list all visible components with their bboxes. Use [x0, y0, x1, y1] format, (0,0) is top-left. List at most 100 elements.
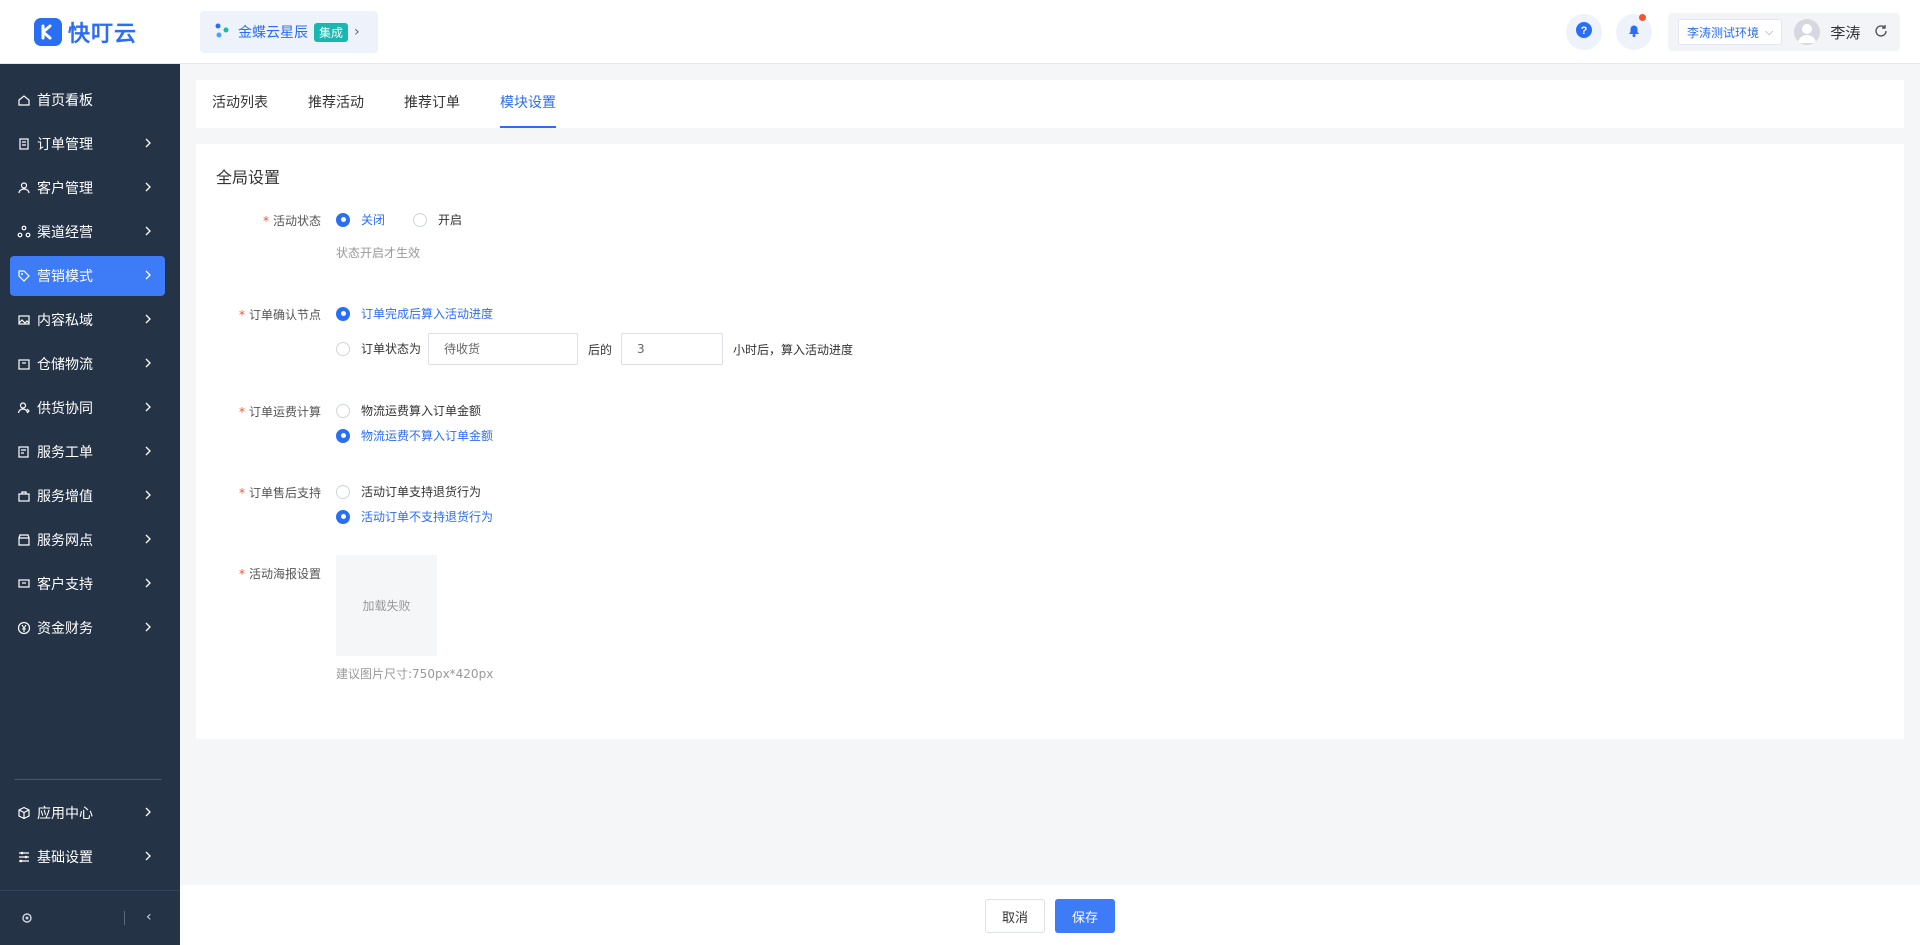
sidebar-item-bag[interactable]: 服务增值	[10, 476, 165, 516]
sidebar-item-label: 订单管理	[37, 137, 93, 153]
yen-icon	[17, 621, 31, 635]
tab-recommended-activities[interactable]: 推荐活动	[308, 80, 364, 128]
sidebar-item-label: 应用中心	[37, 806, 93, 822]
sidebar-item-box[interactable]: 仓储物流	[10, 344, 165, 384]
refresh-icon[interactable]	[1874, 23, 1888, 42]
status-on-radio[interactable]: 开启	[413, 211, 462, 228]
hours-suffix: 小时后，算入活动进度	[733, 343, 854, 357]
freight-include-radio[interactable]: 物流运费算入订单金额	[336, 402, 481, 419]
sidebar-item-label: 服务网点	[37, 533, 93, 549]
avatar[interactable]	[1794, 19, 1821, 45]
sidebar-item-clipboard[interactable]: 订单管理	[10, 124, 165, 164]
sidebar-item-yen[interactable]: 资金财务	[10, 608, 165, 648]
supplier-icon	[17, 401, 31, 415]
chevron-right-icon: ›	[354, 24, 360, 40]
environment-label: 李涛测试环境	[1687, 25, 1760, 40]
clipboard-icon	[17, 137, 31, 151]
chevron-right-icon	[143, 576, 153, 594]
sliders-icon	[17, 850, 31, 864]
app-logo[interactable]: 快叮云	[34, 17, 137, 47]
sidebar-item-network[interactable]: 渠道经营	[10, 212, 165, 252]
environment-select[interactable]: 李涛测试环境 ⌵	[1678, 19, 1783, 45]
poster-hint: 建议图片尺寸:750px*420px	[336, 667, 494, 681]
chevron-right-icon	[143, 180, 153, 198]
image-icon	[17, 313, 31, 327]
sidebar-item-supplier[interactable]: 供货协同	[10, 388, 165, 428]
chevron-right-icon	[143, 312, 153, 330]
sidebar-item-label: 资金财务	[37, 621, 93, 637]
sidebar-item-label: 渠道经营	[37, 225, 93, 241]
chevron-right-icon	[143, 400, 153, 418]
user-name[interactable]: 李涛	[1830, 22, 1860, 43]
chevron-right-icon	[143, 805, 153, 823]
sidebar-footer-separator	[124, 911, 125, 925]
help-button[interactable]: ?	[1566, 14, 1602, 50]
sidebar-item-store[interactable]: 服务网点	[10, 520, 165, 560]
integration-icon	[214, 22, 230, 42]
sidebar-footer: ‹	[0, 890, 180, 945]
collapse-sidebar-icon[interactable]: ‹	[146, 909, 152, 925]
sidebar-item-support[interactable]: 客户支持	[10, 564, 165, 604]
after-text: 后的	[588, 343, 613, 357]
save-button[interactable]: 保存	[1055, 899, 1115, 933]
order-status-select[interactable]: 待收货	[428, 333, 578, 365]
store-icon	[17, 533, 31, 547]
poster-upload[interactable]: 加载失败	[336, 555, 437, 656]
sidebar-item-image[interactable]: 内容私域	[10, 300, 165, 340]
top-header: 快叮云 金蝶云星辰 集成 › ? 李涛测试环境 ⌵ 李涛	[0, 0, 1920, 64]
tag-icon	[17, 269, 31, 283]
cube-icon	[17, 806, 31, 820]
user-icon	[17, 181, 31, 195]
home-icon	[17, 93, 31, 107]
integration-switcher[interactable]: 金蝶云星辰 集成 ›	[200, 11, 378, 53]
chevron-right-icon	[143, 136, 153, 154]
after-sale-no-support-radio[interactable]: 活动订单不支持退货行为	[336, 508, 493, 525]
status-hint: 状态开启才生效	[336, 246, 421, 260]
sidebar-item-user[interactable]: 客户管理	[10, 168, 165, 208]
poster-label: * 活动海报设置	[238, 567, 321, 581]
chevron-right-icon	[143, 532, 153, 550]
sidebar-item-ticket[interactable]: 服务工单	[10, 432, 165, 472]
sidebar-item-label: 内容私域	[37, 313, 93, 329]
order-confirm-label: * 订单确认节点	[238, 308, 321, 322]
integration-name: 金蝶云星辰	[238, 25, 308, 41]
footer-actions: 取消 保存	[180, 885, 1920, 945]
confirm-status-radio[interactable]: 订单状态为	[336, 340, 421, 357]
freight-label: * 订单运费计算	[238, 405, 321, 419]
poster-load-failed: 加载失败	[362, 599, 411, 613]
freight-exclude-radio[interactable]: 物流运费不算入订单金额	[336, 427, 493, 444]
chevron-right-icon	[143, 488, 153, 506]
sidebar-item-sliders[interactable]: 基础设置	[10, 837, 165, 877]
tab-activity-list[interactable]: 活动列表	[212, 80, 268, 128]
settings-gear-icon[interactable]	[20, 911, 34, 929]
help-icon: ?	[1575, 21, 1593, 43]
ticket-icon	[17, 445, 31, 459]
hours-input[interactable]: 3	[621, 333, 723, 365]
confirm-complete-radio[interactable]: 订单完成后算入活动进度	[336, 305, 493, 322]
chevron-right-icon	[143, 444, 153, 462]
settings-panel: 全局设置 * 活动状态 关闭 开启 状态开启才生效 * 订单确认节点 订单完成后算入…	[196, 144, 1904, 739]
status-off-radio[interactable]: 关闭	[336, 211, 385, 228]
tab-module-settings[interactable]: 模块设置	[500, 80, 556, 128]
bag-icon	[17, 489, 31, 503]
sidebar-item-cube[interactable]: 应用中心	[10, 793, 165, 833]
support-icon	[17, 577, 31, 591]
notification-button[interactable]	[1616, 14, 1652, 50]
sidebar-item-label: 供货协同	[37, 401, 93, 417]
notification-dot	[1639, 14, 1646, 21]
after-sale-support-radio[interactable]: 活动订单支持退货行为	[336, 483, 481, 500]
sidebar-item-home[interactable]: 首页看板	[10, 80, 165, 120]
chevron-right-icon	[143, 356, 153, 374]
cancel-button[interactable]: 取消	[985, 899, 1045, 933]
bell-icon	[1626, 22, 1642, 42]
logo-text: 快叮云	[68, 22, 138, 47]
sidebar-item-label: 首页看板	[37, 93, 93, 109]
chevron-right-icon	[143, 849, 153, 867]
svg-text:?: ?	[1581, 25, 1588, 37]
sidebar: 首页看板订单管理客户管理渠道经营营销模式内容私域仓储物流供货协同服务工单服务增值…	[0, 64, 180, 945]
sidebar-item-label: 服务增值	[37, 489, 93, 505]
sidebar-item-label: 服务工单	[37, 445, 93, 461]
tab-recommended-orders[interactable]: 推荐订单	[404, 80, 460, 128]
network-icon	[17, 225, 31, 239]
sidebar-item-tag[interactable]: 营销模式	[10, 256, 165, 296]
